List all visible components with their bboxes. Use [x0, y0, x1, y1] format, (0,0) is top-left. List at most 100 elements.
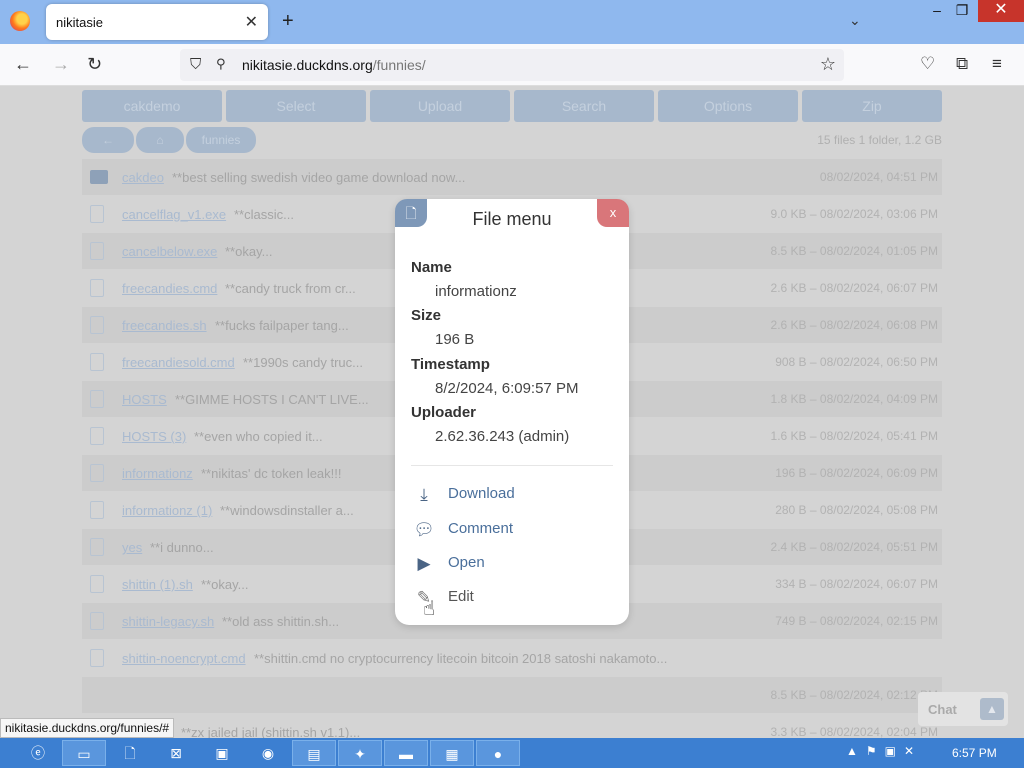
firefox-logo-icon[interactable] [10, 11, 30, 31]
explorer-icon[interactable]: ▭ [62, 740, 106, 766]
row-description: **nikitas' dc token leak!!! [201, 466, 342, 481]
row-filename[interactable]: HOSTS [122, 392, 167, 407]
cmd-icon[interactable]: ▬ [384, 740, 428, 766]
browser-tab[interactable]: nikitasie ✕ [46, 4, 268, 40]
row-meta: 3.3 KB – 08/02/2024, 02:04 PM [770, 725, 938, 738]
row-filename[interactable]: cancelflag_v1.exe [122, 207, 226, 222]
new-tab-button[interactable]: + [282, 11, 294, 31]
row-description: **okay... [225, 244, 273, 259]
select-button[interactable]: Select [226, 90, 366, 122]
file-icon [90, 316, 104, 334]
pocket-icon[interactable]: ♡ [920, 54, 935, 74]
row-description: **okay... [201, 577, 249, 592]
app-circle-icon[interactable]: ◉ [246, 740, 290, 766]
comment-action[interactable]: 💬︎ Comment [413, 518, 613, 542]
clock[interactable]: 6:57 PM [952, 746, 997, 760]
file-icon [90, 353, 104, 371]
close-window-button[interactable]: ✕ [978, 0, 1024, 22]
row-filename[interactable]: freecandies.cmd [122, 281, 217, 296]
file-icon [90, 242, 104, 260]
divider [411, 465, 613, 466]
chat-label: Chat [928, 702, 957, 717]
row-filename[interactable]: yes [122, 540, 142, 555]
row-filename[interactable]: informationz (1) [122, 503, 212, 518]
user-button[interactable]: cakdemo [82, 90, 222, 122]
notepad-icon[interactable]: 🗋 [108, 740, 152, 766]
excel-icon[interactable]: ⊠ [154, 740, 198, 766]
file-icon [90, 575, 104, 593]
row-filename[interactable]: cancelbelow.exe [122, 244, 217, 259]
row-description: **i dunno... [150, 540, 214, 555]
home-folder-button[interactable]: ⌂ [136, 127, 184, 153]
site-info-icon[interactable]: ⚲ [216, 56, 226, 72]
bookmark-star-icon[interactable]: ☆ [820, 54, 836, 75]
row-filename[interactable]: cakdeo [122, 170, 164, 185]
row-meta: 908 B – 08/02/2024, 06:50 PM [775, 355, 938, 369]
upload-button[interactable]: Upload [370, 90, 510, 122]
row-filename[interactable]: HOSTS (3) [122, 429, 186, 444]
row-meta: 2.6 KB – 08/02/2024, 06:08 PM [770, 318, 938, 332]
tracking-shield-icon[interactable]: ⛉ [190, 56, 201, 73]
chat-button[interactable]: Chat ▲ [918, 692, 1008, 726]
row-filename[interactable]: freecandiesold.cmd [122, 355, 235, 370]
back-folder-button[interactable]: ← [82, 127, 134, 153]
row-filename[interactable]: informationz [122, 466, 193, 481]
ie-icon[interactable]: ⓔ [16, 740, 60, 766]
row-description: **even who copied it... [194, 429, 323, 444]
app-tool-icon[interactable]: ✦ [338, 740, 382, 766]
url-text: nikitasie.duckdns.org/funnies/ [242, 57, 426, 73]
file-icon [90, 501, 104, 519]
table-row[interactable]: shittin-noencrypt.cmd **shittin.cmd no cr… [82, 640, 942, 676]
tab-close-icon[interactable]: ✕ [245, 12, 258, 32]
table-row[interactable]: shittin.sh**zx jailed jail (shittin.sh v… [82, 714, 942, 738]
comment-label: Comment [448, 520, 514, 537]
row-description: **GIMME HOSTS I CAN'T LIVE... [175, 392, 369, 407]
reload-button[interactable]: ↻ [87, 54, 102, 74]
row-meta: 334 B – 08/02/2024, 06:07 PM [775, 577, 938, 591]
forward-button[interactable]: → [52, 54, 70, 74]
file-icon [90, 612, 104, 630]
windows-taskbar: ⓔ ▭ 🗋 ⊠ ▣ ◉ ▤ ✦ ▬ ▦ ● ▲⚑▣✕ 6:57 PM [0, 738, 1024, 768]
row-filename[interactable]: freecandies.sh [122, 318, 207, 333]
hamburger-menu-icon[interactable]: ≡ [992, 54, 1002, 74]
play-icon: ▶ [417, 554, 431, 573]
back-button[interactable]: ← [14, 54, 32, 74]
download-action[interactable]: ⤓ Download [413, 483, 613, 507]
file-icon [90, 390, 104, 408]
row-filename[interactable]: shittin (1).sh [122, 577, 193, 592]
restore-button[interactable]: ❐ [947, 0, 977, 22]
row-description: **best selling swedish video game downlo… [172, 170, 466, 185]
open-label: Open [448, 554, 485, 571]
url-path: /funnies/ [372, 57, 426, 73]
list-all-tabs-icon[interactable]: ⌄ [849, 12, 861, 29]
file-icon [90, 279, 104, 297]
options-button[interactable]: Options [658, 90, 798, 122]
hand-cursor-icon: ☝ [423, 598, 436, 620]
download-label: Download [448, 485, 515, 502]
table-row[interactable]: 8.5 KB – 08/02/2024, 02:12 PM [82, 677, 942, 713]
system-tray[interactable]: ▲⚑▣✕ [846, 744, 922, 758]
app-cube-icon[interactable]: ▣ [200, 740, 244, 766]
file-icon [90, 538, 104, 556]
chat-expand-icon: ▲ [980, 698, 1004, 720]
search-button[interactable]: Search [514, 90, 654, 122]
open-action[interactable]: ▶ Open [413, 552, 613, 576]
row-filename[interactable]: shittin-noencrypt.cmd [122, 651, 246, 666]
field-label-name: Name [411, 259, 452, 276]
firefox-taskbar-icon[interactable]: ● [476, 740, 520, 766]
extensions-icon[interactable]: ⧉ [956, 54, 968, 74]
field-value-uploader: 2.62.36.243 (admin) [435, 428, 570, 445]
edit-action[interactable]: ✎ Edit [413, 586, 613, 610]
row-filename[interactable]: shittin-legacy.sh [122, 614, 214, 629]
close-dialog-button[interactable]: x [597, 199, 629, 227]
app-doc-icon[interactable]: ▦ [430, 740, 474, 766]
url-bar[interactable]: ⛉ ⚲ nikitasie.duckdns.org/funnies/ ☆ [180, 49, 844, 81]
field-label-uploader: Uploader [411, 404, 477, 421]
app-window-icon[interactable]: ▤ [292, 740, 336, 766]
row-description: **zx jailed jail (shittin.sh v1.1)... [181, 725, 361, 738]
current-folder-button[interactable]: funnies [186, 127, 256, 153]
zip-button[interactable]: Zip [802, 90, 942, 122]
field-value-timestamp: 8/2/2024, 6:09:57 PM [435, 380, 579, 397]
folder-stats: 15 files 1 folder, 1.2 GB [817, 133, 942, 147]
table-row[interactable]: cakdeo **best selling swedish video game … [82, 159, 942, 195]
